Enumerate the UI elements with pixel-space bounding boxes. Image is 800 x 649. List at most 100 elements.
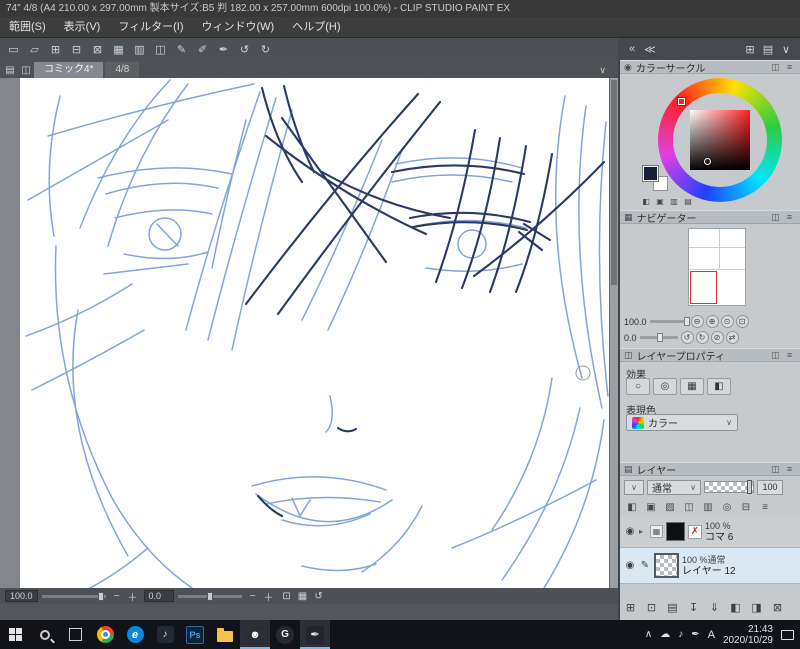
action-center-icon[interactable]	[781, 629, 794, 640]
panel-dock-icon[interactable]: ◫	[769, 349, 782, 361]
menu-item[interactable]: ヘルプ(H)	[283, 17, 349, 37]
reset-rotation-icon[interactable]: ⊘	[710, 331, 724, 344]
actual-size-icon[interactable]: ▦	[296, 590, 310, 603]
two-pane-icon[interactable]: ⊟	[738, 500, 754, 514]
start-button[interactable]	[0, 620, 30, 649]
selection-lasso-icon[interactable]: ▱	[25, 40, 44, 58]
tab-page-4-8[interactable]: 4/8	[105, 62, 140, 78]
panel-menu-icon[interactable]: ≡	[783, 349, 796, 361]
opacity-slider[interactable]	[704, 480, 754, 494]
grid-icon[interactable]: ▦	[109, 40, 128, 58]
workspace-icon[interactable]: ⊞	[742, 40, 758, 58]
clip-studio-paint-taskbar-button[interactable]: ✒	[300, 620, 330, 649]
page-manager-icon[interactable]: ▤	[2, 62, 18, 78]
ruler-icon[interactable]: ▥	[130, 40, 149, 58]
layer-thumbnail-black[interactable]	[666, 522, 685, 541]
layer-row-frame-folder[interactable]: ◉ ▸ ▦ ✗ 100 % コマ 6	[620, 516, 800, 548]
approx-color-icon[interactable]: ▣	[654, 196, 666, 207]
rotate-right-icon[interactable]: ↻	[695, 331, 709, 344]
task-view-button[interactable]	[60, 620, 90, 649]
lock-layer-icon[interactable]: ▣	[643, 500, 659, 514]
photoshop-taskbar-button[interactable]: Ps	[180, 620, 210, 649]
selection-subtract-icon[interactable]: ⊟	[67, 40, 86, 58]
scrollbar-thumb[interactable]	[611, 80, 617, 285]
drawing-canvas[interactable]	[20, 78, 610, 588]
search-button[interactable]	[30, 620, 60, 649]
panel-menu-icon[interactable]: ≡	[783, 61, 796, 73]
visibility-eye-icon[interactable]: ◉	[624, 526, 636, 537]
flip-horizontal-icon[interactable]: ⇄	[725, 331, 739, 344]
panel-list-icon[interactable]: ▤	[760, 40, 776, 58]
navigator-zoom-slider[interactable]	[649, 317, 690, 326]
foreground-color-swatch[interactable]	[643, 166, 658, 181]
canvas-zoom-value[interactable]: 100.0	[5, 590, 38, 602]
selection-add-icon[interactable]: ⊞	[46, 40, 65, 58]
rotate-right-icon[interactable]: ↻	[256, 40, 275, 58]
menu-item[interactable]: 範囲(S)	[0, 17, 55, 37]
file-explorer-button[interactable]	[210, 620, 240, 649]
expand-arrow-icon[interactable]: ▸	[639, 527, 647, 536]
edge-taskbar-button[interactable]: e	[120, 620, 150, 649]
panel-dock-icon[interactable]: ◫	[769, 61, 782, 73]
layer-name[interactable]: レイヤー 12	[682, 566, 736, 577]
menu-item[interactable]: ウィンドウ(W)	[193, 17, 284, 37]
zoom-in-icon[interactable]: ⊕	[705, 315, 719, 328]
canvas-rotation-slider[interactable]	[177, 591, 242, 601]
volume-icon[interactable]: ♪	[678, 629, 683, 640]
hue-marker[interactable]	[678, 98, 685, 105]
zoom-in-button[interactable]: ＋	[126, 590, 140, 604]
sv-cursor[interactable]	[704, 158, 711, 165]
zoom-100-icon[interactable]: ⊙	[720, 315, 734, 328]
clip-at-layer-icon[interactable]: ◧	[624, 500, 640, 514]
new-layer-folder-icon[interactable]: ▤	[664, 599, 681, 615]
layer-row-selected[interactable]: ◉ ✎ 100 %通常 レイヤー 12	[620, 548, 800, 584]
new-raster-layer-icon[interactable]: ⊞	[622, 599, 639, 615]
chrome-taskbar-button[interactable]	[90, 620, 120, 649]
expression-color-dropdown[interactable]: カラー ∨	[626, 414, 738, 431]
pen-curve-icon[interactable]: ✎	[172, 40, 191, 58]
delete-layer-icon[interactable]: ⊠	[769, 599, 786, 615]
zoom-out-icon[interactable]: ⊖	[690, 315, 704, 328]
palette-color-dropdown[interactable]: ∨	[624, 479, 644, 495]
media-app-button[interactable]: ♪	[150, 620, 180, 649]
collapse-all-icon[interactable]: «	[624, 40, 640, 58]
set-ruler-icon[interactable]: ▥	[700, 500, 716, 514]
color-set-icon[interactable]: ▤	[682, 196, 694, 207]
canvas-zoom-slider[interactable]	[41, 591, 106, 601]
layer-thumbnail-checker[interactable]	[654, 553, 679, 578]
onedrive-icon[interactable]: ☁	[660, 629, 670, 640]
halftone-icon[interactable]: ▦	[680, 378, 704, 395]
combine-layer-icon[interactable]: ⇓	[706, 599, 723, 615]
rotate-left-icon[interactable]: ↺	[680, 331, 694, 344]
tone-effect-icon[interactable]: ◎	[653, 378, 677, 395]
ime-indicator[interactable]: A	[708, 629, 715, 641]
zoom-out-button[interactable]: −	[110, 590, 124, 603]
zoom-in-button[interactable]: ＋	[262, 590, 276, 604]
palette-menu-icon[interactable]: ≡	[757, 500, 773, 514]
collapse-panel-icon[interactable]: ≪	[642, 40, 658, 58]
pen-line-icon[interactable]: ✐	[193, 40, 212, 58]
enable-mask-icon[interactable]: ◫	[681, 500, 697, 514]
panel-menu-icon[interactable]: ≡	[783, 211, 796, 223]
apply-mask-icon[interactable]: ◨	[748, 599, 765, 615]
deselect-icon[interactable]: ⊠	[88, 40, 107, 58]
blend-mode-dropdown[interactable]: 通常 ∨	[647, 479, 701, 495]
menu-item[interactable]: 表示(V)	[55, 17, 110, 37]
transfer-layer-icon[interactable]: ↧	[685, 599, 702, 615]
fit-to-screen-icon[interactable]: ⊡	[280, 590, 294, 603]
canvas-vertical-scrollbar[interactable]	[610, 78, 618, 588]
extract-line-icon[interactable]: ◧	[707, 378, 731, 395]
snap-ruler-icon[interactable]: ◫	[151, 40, 170, 58]
zoom-out-button[interactable]: −	[246, 590, 260, 603]
pen-vector-icon[interactable]: ✒	[214, 40, 233, 58]
lock-transparent-icon[interactable]: ▨	[662, 500, 678, 514]
navigator-preview[interactable]	[688, 228, 746, 306]
rotate-left-icon[interactable]: ↺	[235, 40, 254, 58]
hidden-icons-chevron[interactable]: ∧	[645, 629, 652, 640]
tablet-pen-icon[interactable]: ✒	[691, 629, 699, 640]
tab-comic4[interactable]: コミック4*	[34, 62, 104, 78]
navigator-rotation-slider[interactable]	[639, 333, 678, 342]
fit-icon[interactable]: ⊡	[735, 315, 749, 328]
opacity-value[interactable]: 100	[757, 479, 783, 495]
taskbar-clock[interactable]: 21:43 2020/10/29	[723, 624, 773, 646]
